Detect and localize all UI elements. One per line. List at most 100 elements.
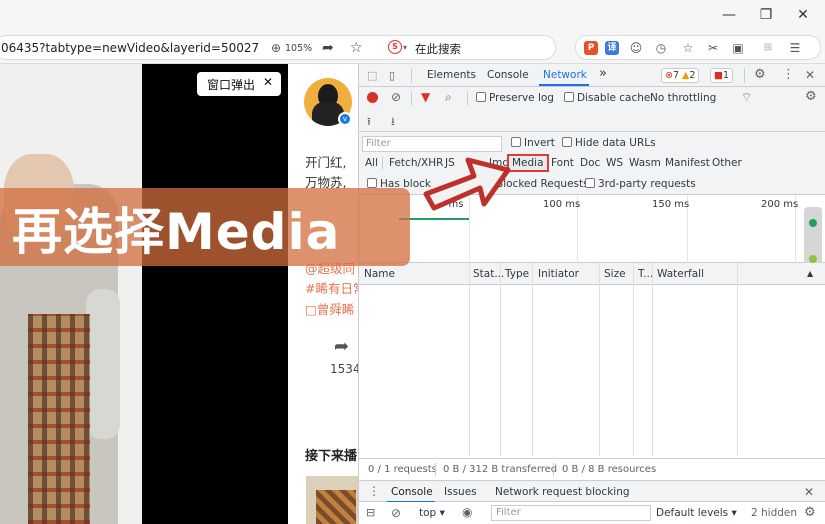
star-outline-icon[interactable]: ☆: [681, 41, 695, 55]
address-toolbar: 06435?tabtype=newVideo&layerid=50027 ⊕ 1…: [0, 30, 825, 64]
checkbox[interactable]: [476, 92, 486, 102]
disable-cache-checkbox[interactable]: Disable cache: [564, 92, 650, 104]
requests-table-header: Name Stat... Type Initiator Size T... Wa…: [359, 263, 825, 285]
clear-icon[interactable]: ⊘: [391, 90, 401, 104]
filter-type-doc[interactable]: Doc: [580, 157, 600, 169]
inspect-element-icon[interactable]: ⬚: [367, 69, 377, 82]
network-conditions-icon[interactable]: ⌔: [741, 90, 752, 105]
column-name[interactable]: Name: [364, 268, 395, 280]
column-time[interactable]: T...: [638, 268, 653, 280]
column-divider[interactable]: [633, 263, 634, 456]
network-settings-gear-icon[interactable]: ⚙: [805, 89, 817, 104]
column-divider[interactable]: [469, 263, 470, 456]
history-icon[interactable]: ◷: [654, 41, 668, 55]
issues-badge[interactable]: ■1: [710, 68, 734, 83]
invert-checkbox[interactable]: Invert: [511, 137, 555, 149]
checkbox[interactable]: [511, 137, 521, 147]
divider: [553, 463, 554, 476]
scissors-icon[interactable]: ✂: [706, 41, 720, 55]
console-filter-input[interactable]: Filter: [491, 505, 651, 521]
console-settings-gear-icon[interactable]: ⚙: [804, 505, 816, 520]
filter-type-wasm[interactable]: Wasm: [629, 157, 661, 169]
error-count: 7: [672, 70, 680, 81]
minimize-button[interactable]: —: [716, 4, 742, 26]
search-engine-icon[interactable]: S: [388, 40, 402, 54]
drawer-tab-network-request-blocking[interactable]: Network request blocking: [495, 486, 630, 498]
translate-extension-icon[interactable]: 译: [605, 41, 619, 55]
more-tabs-button[interactable]: »: [599, 66, 607, 81]
filter-type-media[interactable]: Media: [507, 154, 549, 172]
record-icon[interactable]: [367, 92, 378, 103]
scroll-marker-icon: [809, 255, 817, 263]
tab-network[interactable]: Network: [543, 69, 587, 81]
zoom-level[interactable]: 105%: [285, 43, 312, 54]
video-author-link[interactable]: □曾舜睎: [305, 299, 354, 318]
column-initiator[interactable]: Initiator: [538, 268, 579, 280]
column-size[interactable]: Size: [604, 268, 626, 280]
tab-elements[interactable]: Elements: [427, 69, 476, 81]
share-icon[interactable]: ➦: [334, 336, 349, 357]
favorite-star-icon[interactable]: ☆: [350, 40, 363, 56]
context-select[interactable]: top ▾: [419, 507, 445, 519]
throttling-select[interactable]: No throttling: [650, 92, 716, 104]
video-frame: [0, 64, 142, 524]
share-page-icon[interactable]: ➦: [322, 40, 334, 56]
column-type[interactable]: Type: [505, 268, 529, 280]
hashtag-link[interactable]: #睎有日常: [305, 278, 358, 297]
preserve-log-checkbox[interactable]: Preserve log: [476, 92, 554, 104]
url-field[interactable]: 06435?tabtype=newVideo&layerid=50027 ⊕ 1…: [0, 35, 556, 60]
column-waterfall[interactable]: Waterfall: [657, 268, 704, 280]
chevron-down-icon[interactable]: ▾: [403, 43, 407, 52]
checkbox[interactable]: [562, 137, 572, 147]
checkbox[interactable]: [585, 178, 595, 188]
filter-type-font[interactable]: Font: [551, 157, 574, 169]
pdf-extension-icon[interactable]: P: [584, 41, 598, 55]
video-player[interactable]: 窗口弹出 ✕: [0, 64, 288, 524]
search-icon[interactable]: ⌕: [445, 90, 452, 105]
device-toolbar-icon[interactable]: ▯: [389, 69, 395, 82]
next-video-thumbnail[interactable]: [306, 476, 358, 524]
console-sidebar-icon[interactable]: ⊟: [366, 506, 375, 519]
screenshot-icon[interactable]: ▣: [731, 41, 745, 55]
chevron-down-icon: ▾: [731, 507, 737, 519]
column-divider[interactable]: [500, 263, 501, 456]
drawer-tab-issues[interactable]: Issues: [444, 486, 477, 498]
restore-button[interactable]: ❐: [753, 4, 779, 26]
menu-icon[interactable]: ☰: [788, 41, 802, 55]
sort-up-icon[interactable]: ▲: [807, 269, 813, 278]
more-options-icon[interactable]: ⋮: [782, 67, 795, 82]
third-party-checkbox[interactable]: 3rd-party requests: [585, 178, 696, 190]
close-window-button[interactable]: ✕: [790, 4, 816, 26]
game-icon[interactable]: ⊞: [761, 41, 775, 55]
import-har-icon[interactable]: ⭱: [367, 113, 371, 132]
clear-console-icon[interactable]: ⊘: [391, 506, 401, 520]
emoji-extension-icon[interactable]: ☺: [629, 41, 643, 55]
overview-scrollbar[interactable]: [804, 207, 822, 269]
filter-funnel-icon[interactable]: ▼: [421, 90, 430, 104]
settings-gear-icon[interactable]: ⚙: [754, 67, 766, 82]
close-devtools-icon[interactable]: ✕: [805, 68, 815, 82]
error-warning-badge[interactable]: ⊗7 ▲2: [661, 68, 700, 83]
divider: [382, 157, 383, 170]
column-divider[interactable]: [652, 263, 653, 456]
filter-type-all[interactable]: All: [365, 157, 378, 169]
column-divider[interactable]: [532, 263, 533, 456]
drawer-tab-console[interactable]: Console: [391, 486, 433, 498]
filter-type-manifest[interactable]: Manifest: [665, 157, 710, 169]
hide-data-urls-checkbox[interactable]: Hide data URLs: [562, 137, 656, 149]
popout-window-button[interactable]: 窗口弹出 ✕: [197, 72, 281, 96]
export-har-icon[interactable]: ⭳: [391, 113, 395, 132]
tab-console[interactable]: Console: [487, 69, 529, 81]
filter-type-other[interactable]: Other: [712, 157, 742, 169]
log-levels-select[interactable]: Default levels ▾: [656, 507, 737, 519]
filter-type-ws[interactable]: WS: [606, 157, 623, 169]
column-divider[interactable]: [599, 263, 600, 456]
checkbox[interactable]: [367, 178, 377, 188]
checkbox[interactable]: [564, 92, 574, 102]
close-drawer-icon[interactable]: ✕: [804, 485, 814, 499]
search-input[interactable]: 在此搜索: [415, 41, 461, 57]
drawer-menu-icon[interactable]: ⋮: [368, 484, 380, 498]
close-icon[interactable]: ✕: [263, 75, 273, 89]
zoom-icon[interactable]: ⊕: [271, 41, 281, 55]
eye-icon[interactable]: ◉: [462, 505, 472, 519]
